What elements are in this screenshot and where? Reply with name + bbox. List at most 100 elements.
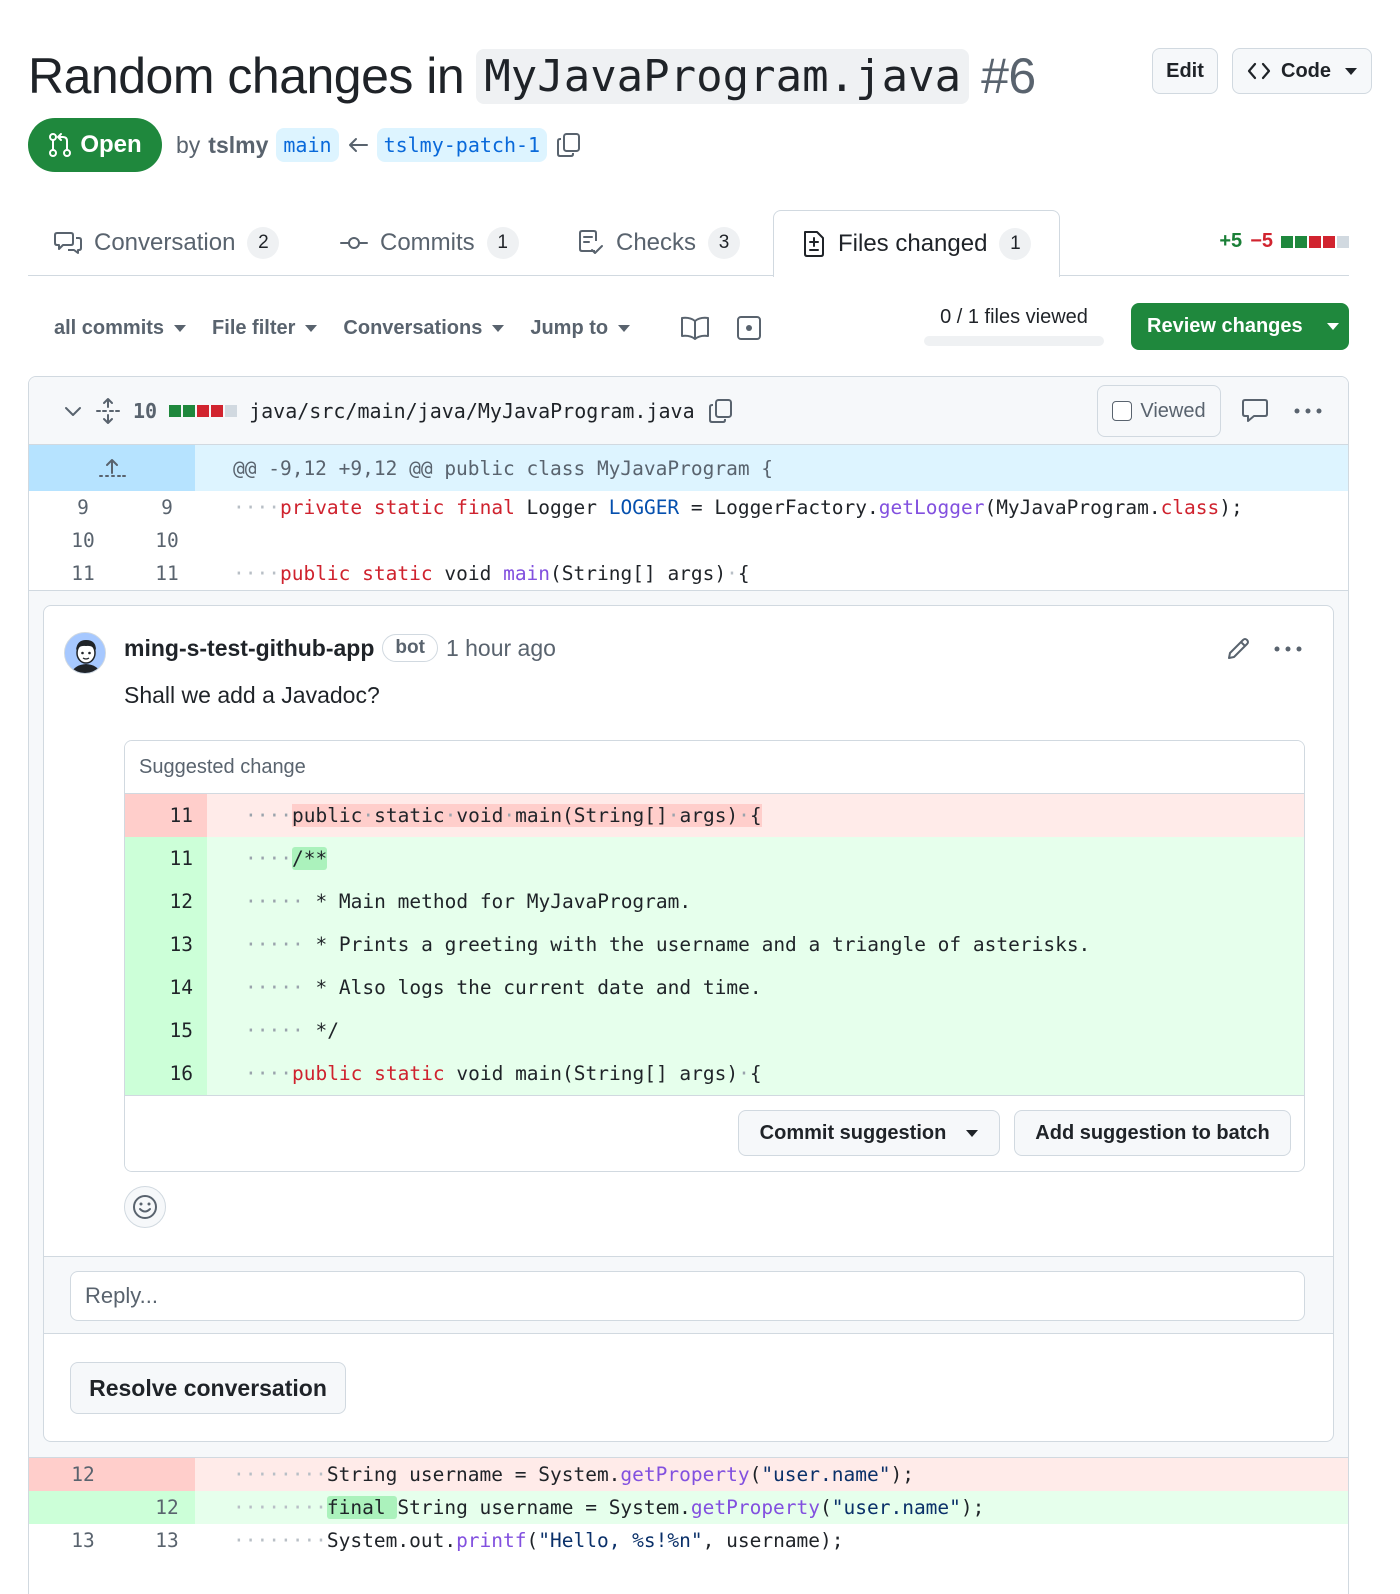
all-commits-dropdown[interactable]: all commits <box>54 316 187 340</box>
copy-icon[interactable] <box>707 397 735 425</box>
pencil-icon[interactable] <box>1225 636 1251 662</box>
comment-icon[interactable] <box>1241 397 1269 425</box>
code-line: ····· */ <box>245 1019 339 1042</box>
old-line-number[interactable]: 11 <box>43 562 123 585</box>
kebab-horizontal-icon[interactable] <box>1273 644 1303 654</box>
code-line: ····public static void main(String[] arg… <box>245 1062 762 1085</box>
file-diff-icon <box>804 231 824 257</box>
line-number: 16 <box>125 1052 207 1095</box>
avatar[interactable] <box>64 632 106 674</box>
comment-author[interactable]: ming-s-test-github-app <box>124 635 374 662</box>
suggestion-added-line: 15 ····· */ <box>125 1009 1304 1052</box>
viewed-checkbox[interactable] <box>1112 401 1133 421</box>
diff-line-deleted: 12 ········String username = System.getP… <box>29 1458 1348 1491</box>
viewed-toggle[interactable]: Viewed <box>1097 385 1221 437</box>
review-changes-button[interactable]: Review changes <box>1131 303 1349 350</box>
suggestion-added-line: 14 ····· * Also logs the current date an… <box>125 966 1304 1009</box>
expand-up-button[interactable] <box>29 445 195 491</box>
review-comment: ming-s-test-github-app bot 1 hour ago Sh… <box>43 605 1334 1442</box>
comment-body: Shall we add a Javadoc? <box>124 682 380 708</box>
line-number: 14 <box>125 966 207 1009</box>
tab-count: 1 <box>486 227 519 259</box>
diff-line: 13 13 ········System.out.printf("Hello, … <box>29 1524 1348 1557</box>
jump-to-dropdown[interactable]: Jump to <box>530 317 631 340</box>
line-number: 12 <box>125 880 207 923</box>
old-line-number[interactable]: 9 <box>43 496 123 519</box>
copy-icon[interactable] <box>555 131 583 159</box>
suggestion-added-line: 13 ····· * Prints a greeting with the us… <box>125 923 1304 966</box>
commit-suggestion-button[interactable]: Commit suggestion <box>738 1110 1000 1156</box>
edit-button[interactable]: Edit <box>1152 48 1218 94</box>
code-button[interactable]: Code <box>1232 48 1372 94</box>
code-icon <box>1247 62 1271 80</box>
files-viewed-progress <box>924 336 1104 346</box>
title-row: Random changes in MyJavaProgram.java #6 … <box>28 40 1372 112</box>
reply-area: Reply... <box>44 1256 1333 1334</box>
new-line-number[interactable]: 11 <box>127 562 207 585</box>
old-line-number[interactable]: 13 <box>43 1529 123 1552</box>
head-branch[interactable]: tslmy-patch-1 <box>376 128 548 162</box>
diffstat-blocks <box>1281 235 1349 248</box>
tab-files-changed[interactable]: Files changed 1 <box>773 210 1061 277</box>
commit-icon <box>340 237 368 249</box>
kebab-horizontal-icon[interactable] <box>1293 406 1323 416</box>
tab-label: Commits <box>380 229 475 256</box>
comment-actions <box>1225 636 1303 662</box>
pr-number: #6 <box>981 48 1036 104</box>
diff-line: 10 10 <box>29 524 1348 557</box>
chevron-down-icon <box>305 324 318 332</box>
smiley-icon <box>133 1195 157 1219</box>
pull-request-icon <box>49 133 72 157</box>
page-title: Random changes in MyJavaProgram.java #6 <box>28 47 1036 105</box>
diff-line: 9 9 ····private static final Logger LOGG… <box>29 491 1348 524</box>
code-line: ········final String username = System.g… <box>233 1496 985 1519</box>
book-icon[interactable] <box>680 315 710 341</box>
base-branch[interactable]: main <box>276 128 339 162</box>
author-link[interactable]: tslmy <box>208 132 268 159</box>
dropdown-label: all commits <box>54 316 165 339</box>
tab-checks[interactable]: Checks 3 <box>578 210 741 276</box>
tab-count: 2 <box>247 227 280 259</box>
suggestion-deleted-line: 11 ····public·static·void·main(String[]·… <box>125 794 1304 837</box>
suggestion-added-line: 11 ····/** <box>125 837 1304 880</box>
tab-conversation[interactable]: Conversation 2 <box>54 210 280 276</box>
file-path[interactable]: java/src/main/java/MyJavaProgram.java <box>249 399 695 423</box>
add-reaction-button[interactable] <box>124 1186 166 1228</box>
code-line: ········System.out.printf("Hello, %s!%n"… <box>233 1529 844 1552</box>
code-line: ····· * Prints a greeting with the usern… <box>245 933 1091 956</box>
new-line-number[interactable]: 10 <box>127 529 207 552</box>
diff-line-added: 12 ········final String username = Syste… <box>29 1491 1348 1524</box>
code-line: ····public·static·void·main(String[]·arg… <box>245 804 762 827</box>
unfold-icon[interactable] <box>95 397 121 425</box>
add-suggestion-to-batch-button[interactable]: Add suggestion to batch <box>1014 1110 1291 1156</box>
expand-up-icon <box>99 459 126 477</box>
tab-commits[interactable]: Commits 1 <box>340 210 519 276</box>
conversations-dropdown[interactable]: Conversations <box>343 317 505 340</box>
new-line-number[interactable]: 9 <box>127 496 207 519</box>
file-filter-dropdown[interactable]: File filter <box>212 317 318 340</box>
bot-avatar-icon <box>65 633 105 673</box>
status-label: Open <box>80 131 142 158</box>
new-line-number[interactable]: 13 <box>127 1529 207 1552</box>
new-line-number[interactable]: 12 <box>127 1496 207 1519</box>
chevron-down-icon <box>618 324 631 332</box>
old-line-number[interactable]: 12 <box>43 1463 123 1486</box>
chevron-down-icon[interactable] <box>63 401 83 421</box>
code-button-label: Code <box>1281 59 1331 82</box>
suggestion-actions: Commit suggestion Add suggestion to batc… <box>125 1095 1304 1171</box>
chevron-down-icon <box>966 1129 979 1137</box>
settings-box-icon[interactable] <box>736 315 762 341</box>
comment-timestamp[interactable]: 1 hour ago <box>446 635 556 662</box>
chevron-down-icon <box>174 324 187 332</box>
chevron-down-icon <box>492 324 505 332</box>
comment-discussion-icon <box>54 232 82 254</box>
suggested-change: Suggested change 11 ····public·static·vo… <box>124 740 1305 1172</box>
code-line: ····private static final Logger LOGGER =… <box>233 496 1243 519</box>
code-line: ····· * Main method for MyJavaProgram. <box>245 890 692 913</box>
reply-input[interactable]: Reply... <box>70 1271 1305 1321</box>
suggested-change-title: Suggested change <box>125 741 1304 794</box>
old-line-number[interactable]: 10 <box>43 529 123 552</box>
commit-suggestion-label: Commit suggestion <box>759 1121 947 1144</box>
pr-meta-text: by tslmy main tslmy-patch-1 <box>176 128 583 162</box>
resolve-conversation-button[interactable]: Resolve conversation <box>70 1362 346 1414</box>
